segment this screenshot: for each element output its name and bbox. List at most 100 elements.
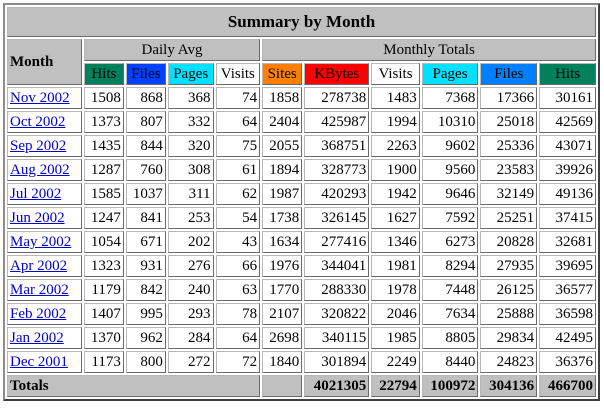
month-link[interactable]: Sep 2002: [10, 138, 66, 154]
month-link[interactable]: Jul 2002: [10, 186, 61, 202]
daily-avg-visits-cell: 62: [215, 183, 261, 205]
monthly-files-cell: 26125: [480, 279, 538, 301]
monthly-hits-cell: 49136: [539, 183, 596, 205]
daily-avg-visits-cell: 74: [215, 87, 261, 109]
totals-kbytes: 4021305: [304, 375, 370, 397]
daily-avg-pages-cell: 311: [167, 183, 214, 205]
monthly-kbytes-cell: 278738: [304, 87, 370, 109]
monthly-kbytes-cell: 320822: [304, 303, 370, 325]
table-row: Sep 2002 1435 844 320 75 2055 368751 2263 9602 25…: [7, 135, 596, 157]
totals-pages: 100972: [421, 375, 479, 397]
daily-avg-pages-cell: 320: [167, 135, 214, 157]
table-row: Dec 2001 1173 800 272 72 1840 301894 2249 8440 24…: [7, 351, 596, 373]
table-row: Feb 2002 1407 995 293 78 2107 320822 2046 7634 25…: [7, 303, 596, 325]
monthly-hits-cell: 43071: [539, 135, 596, 157]
daily-avg-hits-cell: 1370: [83, 327, 124, 349]
daily-avg-files-cell: 995: [125, 303, 166, 325]
monthly-pages-header: Pages: [421, 63, 479, 85]
totals-hits: 466700: [539, 375, 596, 397]
month-cell: Apr 2002: [7, 255, 82, 277]
daily-avg-hits-cell: 1407: [83, 303, 124, 325]
monthly-visits-cell: 1942: [371, 183, 420, 205]
month-link[interactable]: Apr 2002: [10, 258, 67, 274]
monthly-pages-cell: 7448: [421, 279, 479, 301]
totals-label: Totals: [7, 375, 261, 397]
monthly-sites-cell: 1976: [262, 255, 303, 277]
daily-avg-files-header: Files: [125, 63, 166, 85]
monthly-pages-cell: 7634: [421, 303, 479, 325]
month-link[interactable]: Mar 2002: [10, 282, 69, 298]
daily-avg-visits-header: Visits: [215, 63, 261, 85]
month-link[interactable]: Jan 2002: [10, 330, 64, 346]
totals-visits: 22794: [371, 375, 420, 397]
month-link[interactable]: Aug 2002: [10, 162, 70, 178]
monthly-visits-cell: 1978: [371, 279, 420, 301]
daily-avg-files-cell: 962: [125, 327, 166, 349]
summary-by-month-table: Summary by Month Month Daily Avg Monthly…: [3, 3, 600, 401]
daily-avg-visits-cell: 75: [215, 135, 261, 157]
monthly-pages-cell: 8294: [421, 255, 479, 277]
table-row: Jan 2002 1370 962 284 64 2698 340115 1985 8805 29…: [7, 327, 596, 349]
monthly-files-cell: 25018: [480, 111, 538, 133]
monthly-kbytes-cell: 420293: [304, 183, 370, 205]
monthly-files-cell: 25251: [480, 207, 538, 229]
monthly-pages-cell: 7592: [421, 207, 479, 229]
monthly-kbytes-cell: 344041: [304, 255, 370, 277]
daily-avg-files-cell: 800: [125, 351, 166, 373]
daily-avg-visits-cell: 66: [215, 255, 261, 277]
daily-avg-files-cell: 671: [125, 231, 166, 253]
daily-avg-hits-cell: 1287: [83, 159, 124, 181]
monthly-visits-cell: 2263: [371, 135, 420, 157]
month-cell: Oct 2002: [7, 111, 82, 133]
monthly-pages-cell: 8440: [421, 351, 479, 373]
monthly-hits-cell: 32681: [539, 231, 596, 253]
table-row: Mar 2002 1179 842 240 63 1770 288330 1978 7448 26…: [7, 279, 596, 301]
month-column-header: Month: [7, 39, 82, 85]
column-header-row: Hits Files Pages Visits Sites KBytes Visits Pag…: [7, 63, 596, 85]
month-link[interactable]: Nov 2002: [10, 90, 70, 106]
daily-avg-pages-cell: 293: [167, 303, 214, 325]
daily-avg-visits-cell: 64: [215, 111, 261, 133]
monthly-sites-cell: 1840: [262, 351, 303, 373]
month-link[interactable]: Jun 2002: [10, 210, 65, 226]
monthly-files-cell: 23583: [480, 159, 538, 181]
monthly-visits-cell: 1627: [371, 207, 420, 229]
monthly-visits-header: Visits: [371, 63, 420, 85]
daily-avg-visits-cell: 43: [215, 231, 261, 253]
monthly-sites-cell: 1738: [262, 207, 303, 229]
daily-avg-hits-cell: 1323: [83, 255, 124, 277]
month-link[interactable]: Feb 2002: [10, 306, 66, 322]
daily-avg-pages-header: Pages: [167, 63, 214, 85]
daily-avg-pages-cell: 272: [167, 351, 214, 373]
totals-files: 304136: [480, 375, 538, 397]
monthly-files-cell: 32149: [480, 183, 538, 205]
monthly-files-cell: 17366: [480, 87, 538, 109]
daily-avg-hits-cell: 1054: [83, 231, 124, 253]
daily-avg-files-cell: 931: [125, 255, 166, 277]
table-row: Jul 2002 1585 1037 311 62 1987 420293 1942 9646 3…: [7, 183, 596, 205]
month-link[interactable]: Dec 2001: [10, 354, 68, 370]
daily-avg-visits-cell: 61: [215, 159, 261, 181]
monthly-visits-cell: 2046: [371, 303, 420, 325]
daily-avg-pages-cell: 276: [167, 255, 214, 277]
monthly-kbytes-cell: 340115: [304, 327, 370, 349]
month-cell: Aug 2002: [7, 159, 82, 181]
monthly-hits-cell: 30161: [539, 87, 596, 109]
daily-avg-visits-cell: 64: [215, 327, 261, 349]
daily-avg-pages-cell: 332: [167, 111, 214, 133]
monthly-visits-cell: 1483: [371, 87, 420, 109]
table-row: Nov 2002 1508 868 368 74 1858 278738 1483 7368 17…: [7, 87, 596, 109]
month-cell: Feb 2002: [7, 303, 82, 325]
monthly-pages-cell: 9560: [421, 159, 479, 181]
monthly-sites-cell: 2698: [262, 327, 303, 349]
monthly-pages-cell: 10310: [421, 111, 479, 133]
monthly-kbytes-cell: 288330: [304, 279, 370, 301]
table-title: Summary by Month: [7, 7, 596, 37]
month-link[interactable]: May 2002: [10, 234, 71, 250]
monthly-visits-cell: 1900: [371, 159, 420, 181]
daily-avg-pages-cell: 202: [167, 231, 214, 253]
month-link[interactable]: Oct 2002: [10, 114, 65, 130]
table-row: May 2002 1054 671 202 43 1634 277416 1346 6273 20…: [7, 231, 596, 253]
daily-avg-pages-cell: 368: [167, 87, 214, 109]
daily-avg-files-cell: 1037: [125, 183, 166, 205]
